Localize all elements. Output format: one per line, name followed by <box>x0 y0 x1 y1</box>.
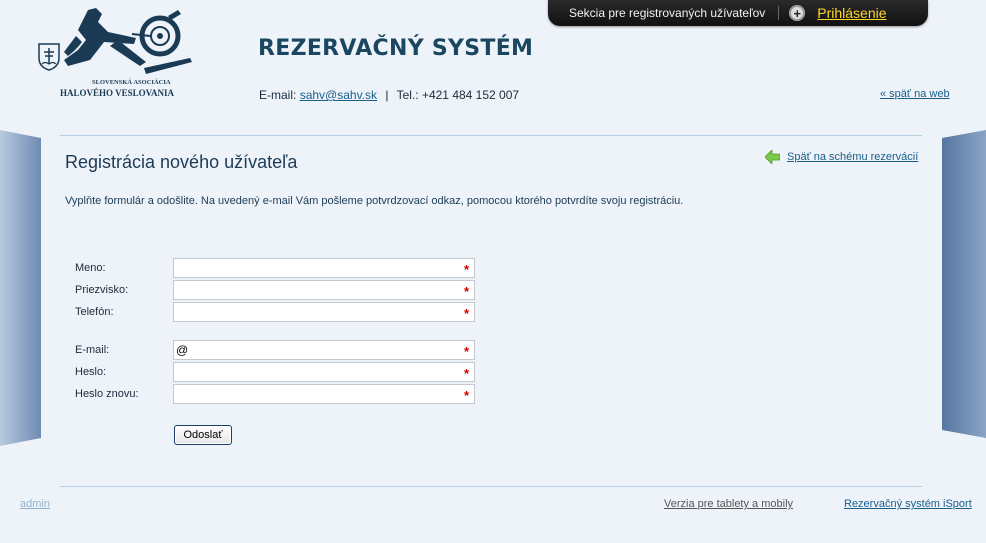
email-link[interactable]: sahv@sahv.sk <box>300 88 377 102</box>
divider-top <box>60 135 922 136</box>
page-title: Registrácia nového užívateľa <box>65 152 298 172</box>
last-name-label: Priezvisko: <box>75 284 129 296</box>
password-required-mark: * <box>464 366 470 381</box>
password-again-input[interactable] <box>173 384 475 404</box>
email-required-mark: * <box>464 344 470 359</box>
admin-link[interactable]: admin <box>20 498 50 510</box>
logo-text-line1: SLOVENSKÁ ASOCIÁCIA <box>92 79 171 86</box>
email-input[interactable] <box>173 340 475 360</box>
last-name-required-mark: * <box>464 284 470 299</box>
phone-input[interactable] <box>173 302 475 322</box>
rower-logo-icon <box>38 8 192 74</box>
logo-text-line2: HALOVÉHO VESLOVANIA <box>60 88 174 98</box>
phone-required-mark: * <box>464 306 470 321</box>
back-to-schema-label: Späť na schému rezervácií <box>787 151 919 163</box>
plus-icon[interactable]: + <box>789 5 806 21</box>
last-name-input[interactable] <box>173 280 475 300</box>
back-to-schema-link[interactable]: Späť na schému rezervácií <box>765 150 918 164</box>
phone-label: Telefón: <box>75 306 114 318</box>
contact-separator: | <box>385 88 389 102</box>
isport-link[interactable]: Rezervačný systém iSport <box>844 498 972 510</box>
divider-bottom <box>60 486 922 487</box>
logo[interactable]: SLOVENSKÁ ASOCIÁCIA HALOVÉHO VESLOVANIA <box>28 6 198 98</box>
intro-text: Vyplňte formulár a odošlite. Na uvedený … <box>65 195 684 207</box>
registered-section-label: Sekcia pre registrovaných užívateľov <box>569 6 766 20</box>
first-name-label: Meno: <box>75 262 106 274</box>
email-label: E-mail: <box>259 88 297 102</box>
password-label: Heslo: <box>75 366 107 378</box>
arrow-left-icon <box>765 150 780 164</box>
first-name-required-mark: * <box>464 262 470 277</box>
system-title: REZERVAČNÝ SYSTÉM <box>258 36 534 61</box>
password-again-required-mark: * <box>464 388 470 403</box>
side-panel-left <box>0 130 41 446</box>
submit-button[interactable]: Odoslať <box>174 425 232 445</box>
divider <box>778 6 780 20</box>
back-to-web-link[interactable]: « späť na web <box>880 88 950 100</box>
password-input[interactable] <box>173 362 475 382</box>
login-link[interactable]: Prihlásenie <box>817 5 886 21</box>
email-field-label: E-mail: <box>75 344 110 356</box>
mobile-version-link[interactable]: Verzia pre tablety a mobily <box>664 498 793 510</box>
phone-text: Tel.: +421 484 152 007 <box>396 88 520 102</box>
password-again-label: Heslo znovu: <box>75 388 139 400</box>
side-panel-right <box>942 130 986 438</box>
contact-info: E-mail: sahv@sahv.sk | Tel.: +421 484 15… <box>259 88 519 102</box>
top-user-bar: Sekcia pre registrovaných užívateľov + P… <box>548 0 928 26</box>
first-name-input[interactable] <box>173 258 475 278</box>
